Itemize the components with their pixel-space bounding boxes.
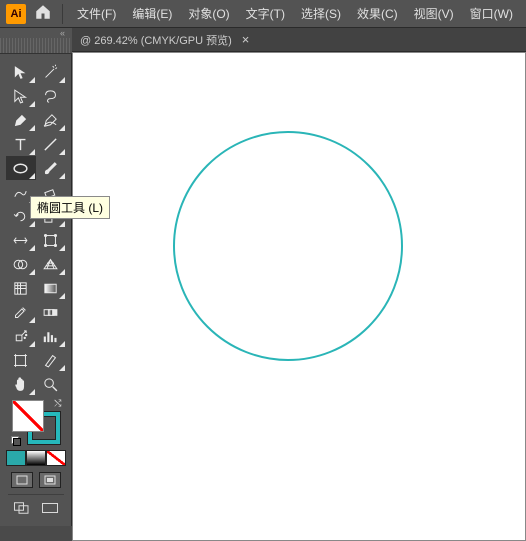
canvas-ellipse-shape[interactable] [173,131,403,361]
color-mode-row [6,450,66,466]
artboard[interactable] [72,52,526,541]
direct-selection-tool[interactable] [6,84,36,108]
panel-collapse-bar[interactable]: « [0,28,72,38]
gradient-tool[interactable] [36,276,66,300]
hand-tool[interactable] [6,372,36,396]
home-icon[interactable] [34,3,52,24]
swap-fill-stroke-icon[interactable]: ⤭ [54,398,61,409]
menu-view[interactable]: 视图(V) [410,3,458,24]
fill-stroke-swatch[interactable]: ⤭ [12,400,60,444]
paintbrush-tool[interactable] [36,156,66,180]
color-mode-solid[interactable] [6,450,26,466]
menu-edit[interactable]: 编辑(E) [128,3,176,24]
app-logo: Ai [6,4,26,24]
column-graph-tool[interactable] [36,324,66,348]
perspective-grid-tool[interactable] [36,252,66,276]
symbol-sprayer-tool[interactable] [6,324,36,348]
menu-type[interactable]: 文字(T) [242,3,289,24]
menu-select[interactable]: 选择(S) [297,3,345,24]
edit-toolbar-icon[interactable] [41,501,59,518]
close-icon[interactable]: × [242,32,250,47]
menu-bar: Ai 文件(F) 编辑(E) 对象(O) 文字(T) 选择(S) 效果(C) 视… [0,0,526,28]
lasso-tool[interactable] [36,84,66,108]
ellipse-tool-tooltip: 椭圆工具 (L) [30,196,110,219]
screen-mode-row [13,501,59,518]
menu-divider [62,4,63,24]
mesh-tool[interactable] [6,276,36,300]
toolbox-panel: ⤭ [0,54,72,526]
document-tab[interactable]: @ 269.42% (CMYK/GPU 预览) × [72,28,257,51]
menu-effect[interactable]: 效果(C) [353,3,402,24]
shape-builder-tool[interactable] [6,252,36,276]
document-tab-bar: @ 269.42% (CMYK/GPU 预览) × [0,28,526,52]
menu-object[interactable]: 对象(O) [184,3,233,24]
type-tool[interactable] [6,132,36,156]
draw-behind-icon[interactable] [39,472,61,488]
eyedropper-tool[interactable] [6,300,36,324]
ellipse-tool[interactable] [6,156,36,180]
document-tab-title: @ 269.42% (CMYK/GPU 预览) [80,32,232,48]
screen-mode-icon[interactable] [13,501,31,518]
free-transform-tool[interactable] [36,228,66,252]
blend-tool[interactable] [36,300,66,324]
menu-file[interactable]: 文件(F) [73,3,120,24]
zoom-tool[interactable] [36,372,66,396]
collapse-icon: « [60,28,66,38]
pen-tool[interactable] [6,108,36,132]
draw-mode-row [11,472,61,488]
magic-wand-tool[interactable] [36,60,66,84]
default-fill-stroke-icon[interactable] [11,436,21,446]
panel-drag-strip[interactable] [0,38,72,54]
menu-window[interactable]: 窗口(W) [466,3,517,24]
draw-normal-icon[interactable] [11,472,33,488]
toolbox-separator [8,494,64,495]
color-mode-gradient[interactable] [26,450,46,466]
fill-swatch[interactable] [12,400,44,432]
selection-tool[interactable] [6,60,36,84]
color-mode-none[interactable] [46,450,66,466]
line-segment-tool[interactable] [36,132,66,156]
width-tool[interactable] [6,228,36,252]
artboard-tool[interactable] [6,348,36,372]
curvature-tool[interactable] [36,108,66,132]
slice-tool[interactable] [36,348,66,372]
